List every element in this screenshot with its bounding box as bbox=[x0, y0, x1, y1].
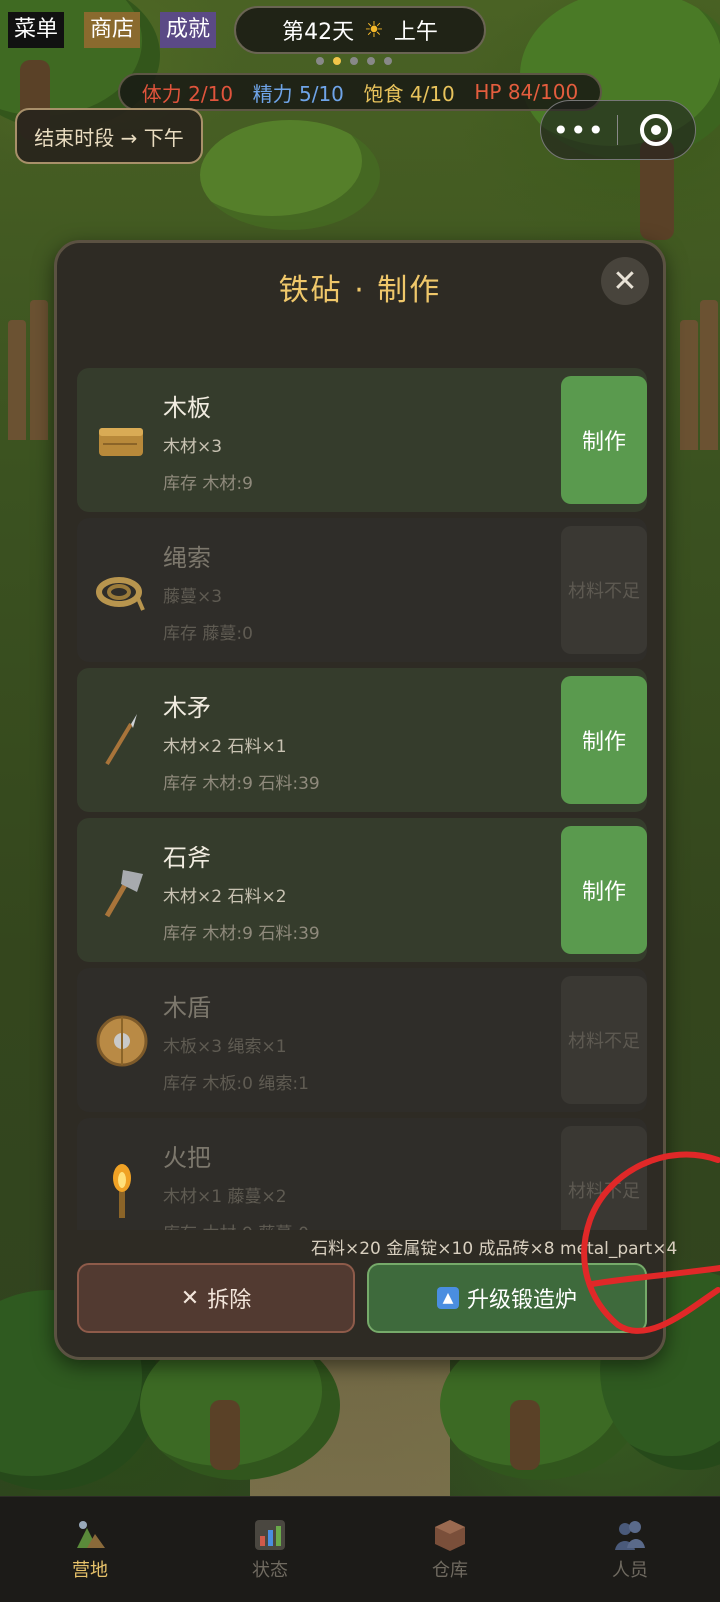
recipe-stock: 库存 木材:9 石料:39 bbox=[163, 924, 320, 944]
fence-post bbox=[30, 300, 48, 440]
close-miniprogram-button[interactable] bbox=[618, 114, 696, 146]
recipe-list[interactable]: 木板 木材×3 库存 木材:9 制作 绳索 藤蔓×3 库存 藤蔓:0 材料不足 … bbox=[77, 368, 647, 1230]
sun-icon: ☀ bbox=[364, 17, 384, 43]
recipe-requirements: 木材×3 bbox=[163, 437, 223, 457]
upgrade-arrow-icon: ▲ bbox=[436, 1287, 459, 1309]
page-dot bbox=[367, 57, 375, 65]
tree-trunk bbox=[510, 1400, 540, 1470]
nav-warehouse[interactable]: 仓库 bbox=[360, 1497, 540, 1602]
nav-label: 人员 bbox=[612, 1559, 648, 1581]
close-button[interactable]: ✕ bbox=[601, 257, 649, 305]
close-icon: ✕ bbox=[180, 1285, 200, 1311]
page-dot-active bbox=[333, 57, 341, 65]
wooden-shield-icon bbox=[96, 1015, 148, 1067]
recipe-stock: 库存 藤蔓:0 bbox=[163, 624, 253, 644]
insufficient-materials-button: 材料不足 bbox=[561, 1126, 647, 1230]
recipe-name: 木矛 bbox=[163, 694, 211, 722]
day-time-indicator: 第42天 ☀ 上午 bbox=[234, 6, 486, 54]
recipe-card-torch: 火把 木材×1 藤蔓×2 库存 木材:9 藤蔓:0 材料不足 bbox=[77, 1118, 647, 1230]
page-indicator bbox=[316, 57, 392, 65]
satiety-stat: 饱食 4/10 bbox=[363, 81, 455, 106]
player-stats-bar: 体力 2/10 精力 5/10 饱食 4/10 HP 84/100 bbox=[118, 73, 602, 111]
camp-icon bbox=[77, 1520, 105, 1548]
plank-icon bbox=[99, 428, 143, 456]
end-period-button[interactable]: 结束时段 → 下午 bbox=[15, 108, 203, 164]
recipe-card-spear: 木矛 木材×2 石料×1 库存 木材:9 石料:39 制作 bbox=[77, 668, 647, 812]
rope-icon bbox=[96, 577, 145, 611]
recipe-requirements: 木板×3 绳索×1 bbox=[163, 1037, 287, 1057]
dismantle-label: 拆除 bbox=[207, 1288, 252, 1313]
day-counter: 第42天 bbox=[282, 20, 355, 45]
recipe-card-stone-axe: 石斧 木材×2 石料×2 库存 木材:9 石料:39 制作 bbox=[77, 818, 647, 962]
torch-icon bbox=[113, 1164, 131, 1218]
recipe-name: 火把 bbox=[163, 1144, 211, 1172]
tree-trunk bbox=[210, 1400, 240, 1470]
page-dot bbox=[316, 57, 324, 65]
stone-axe-icon bbox=[104, 870, 143, 918]
recipe-stock: 库存 木板:0 绳索:1 bbox=[163, 1074, 309, 1094]
craft-button-spear[interactable]: 制作 bbox=[561, 676, 647, 804]
recipe-name: 木板 bbox=[163, 394, 211, 422]
insufficient-materials-button: 材料不足 bbox=[561, 976, 647, 1104]
miniprogram-capsule: ••• bbox=[540, 100, 696, 160]
dismantle-button[interactable]: ✕ 拆除 bbox=[77, 1263, 355, 1333]
recipe-name: 木盾 bbox=[163, 994, 211, 1022]
recipe-card-rope: 绳索 藤蔓×3 库存 藤蔓:0 材料不足 bbox=[77, 518, 647, 662]
warehouse-box-icon bbox=[435, 1519, 465, 1551]
recipe-requirements: 木材×2 石料×2 bbox=[163, 887, 287, 907]
recipe-requirements: 木材×1 藤蔓×2 bbox=[163, 1187, 287, 1207]
menu-button[interactable]: 菜单 bbox=[8, 12, 65, 48]
people-icon bbox=[615, 1520, 645, 1550]
tree-canopy bbox=[200, 120, 380, 230]
craft-button-plank[interactable]: 制作 bbox=[561, 376, 647, 504]
stamina-stat: 体力 2/10 bbox=[141, 81, 234, 106]
recipe-requirements: 藤蔓×3 bbox=[163, 587, 223, 607]
nav-status[interactable]: 状态 bbox=[180, 1497, 360, 1602]
stats-chart-icon bbox=[255, 1519, 285, 1550]
nav-camp[interactable]: 营地 bbox=[0, 1497, 180, 1602]
recipe-requirements: 木材×2 石料×1 bbox=[163, 737, 287, 757]
recipe-card-wooden-shield: 木盾 木板×3 绳索×1 库存 木板:0 绳索:1 材料不足 bbox=[77, 968, 647, 1112]
recipe-stock: 库存 木材:9 藤蔓:0 bbox=[163, 1219, 309, 1230]
upgrade-label: 升级锻造炉 bbox=[466, 1288, 577, 1313]
close-icon: ✕ bbox=[612, 263, 638, 299]
fence-post bbox=[8, 320, 26, 440]
nav-people[interactable]: 人员 bbox=[540, 1497, 720, 1602]
modal-title: 铁砧 · 制作 bbox=[278, 273, 442, 308]
spear-icon bbox=[105, 714, 137, 766]
time-of-day: 上午 bbox=[393, 20, 438, 45]
recipe-name: 石斧 bbox=[163, 844, 211, 872]
bottom-navigation: 营地 状态 仓库 人员 bbox=[0, 1496, 720, 1602]
fence-post bbox=[700, 300, 718, 450]
nav-label: 仓库 bbox=[432, 1559, 468, 1581]
anvil-crafting-modal: 铁砧 · 制作 ✕ 木板 木材×3 库存 木材:9 制作 绳索 藤蔓×3 库存 … bbox=[54, 240, 677, 1360]
upgrade-material-cost: 石料×20 金属锭×10 成品砖×8 metal_part×4 bbox=[311, 1239, 678, 1259]
page-dot bbox=[384, 57, 392, 65]
recipe-stock: 库存 木材:9 bbox=[163, 474, 253, 494]
page-dot bbox=[350, 57, 358, 65]
upgrade-forge-button[interactable]: ▲ 升级锻造炉 bbox=[367, 1263, 647, 1333]
shop-button[interactable]: 商店 bbox=[84, 12, 141, 48]
recipe-stock: 库存 木材:9 石料:39 bbox=[163, 774, 320, 794]
fence-post bbox=[680, 320, 698, 450]
insufficient-materials-button: 材料不足 bbox=[561, 526, 647, 654]
more-options-icon[interactable]: ••• bbox=[541, 114, 617, 147]
nav-label: 状态 bbox=[252, 1559, 288, 1581]
energy-stat: 精力 5/10 bbox=[252, 81, 344, 106]
nav-label: 营地 bbox=[72, 1559, 108, 1581]
achievements-button[interactable]: 成就 bbox=[160, 12, 217, 48]
recipe-card-plank: 木板 木材×3 库存 木材:9 制作 bbox=[77, 368, 647, 512]
recipe-name: 绳索 bbox=[163, 544, 211, 572]
target-circle-icon bbox=[640, 114, 673, 146]
craft-button-stone-axe[interactable]: 制作 bbox=[561, 826, 647, 954]
